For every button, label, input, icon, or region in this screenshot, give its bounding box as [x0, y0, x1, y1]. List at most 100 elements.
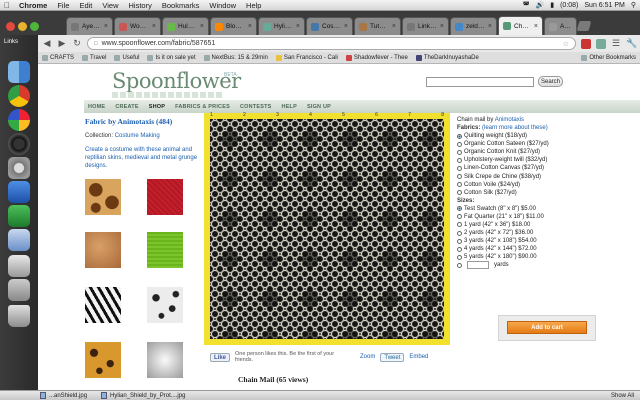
embed-link[interactable]: Embed — [409, 354, 428, 360]
tab-hulu[interactable]: Hulu - Li× — [162, 17, 209, 35]
word-icon[interactable] — [8, 181, 30, 203]
site-search-button[interactable]: Search — [538, 76, 563, 87]
menu-bookmarks[interactable]: Bookmarks — [157, 1, 205, 10]
downloads-folder-icon[interactable] — [8, 279, 30, 301]
tab-close-icon[interactable]: × — [104, 23, 108, 30]
designer-title[interactable]: Fabric by Animotaxis (484) — [85, 117, 203, 126]
tab-close-icon[interactable]: × — [488, 23, 492, 30]
download-item[interactable]: Hylian_Shield_by_Prot....jpg — [101, 392, 185, 399]
thumb-red-texture[interactable] — [147, 179, 183, 215]
bookmark-useful[interactable]: Useful — [114, 54, 139, 61]
thumb-silver-metal[interactable] — [147, 342, 183, 378]
system-preferences-icon[interactable] — [8, 157, 30, 179]
thumb-green-texture[interactable] — [147, 232, 183, 268]
forward-icon[interactable]: ▶ — [57, 38, 67, 49]
tab-apple[interactable]: Apple - — [544, 17, 577, 35]
tab-ayeletan[interactable]: Ayeletan× — [66, 17, 113, 35]
fabric-option[interactable]: Organic Cotton Knit ($27/yd) — [457, 148, 597, 156]
yards-input[interactable] — [467, 261, 489, 270]
zoom-link[interactable]: Zoom — [360, 354, 375, 360]
menu-app-chrome[interactable]: Chrome — [14, 1, 52, 10]
nav-sign-up[interactable]: SIGN UP — [307, 104, 331, 110]
tab-close-icon[interactable]: × — [440, 23, 444, 30]
page-menu-icon[interactable]: ☰ — [611, 38, 621, 49]
extension-icon[interactable] — [581, 38, 591, 49]
bookmark-travel[interactable]: Travel — [82, 54, 106, 61]
wifi-icon[interactable]: ◚ — [523, 1, 530, 9]
size-option[interactable]: Fat Quarter (21" x 18") $11.00 — [457, 213, 597, 221]
bookmark-shadowfever[interactable]: Shadowfever - Thee — [345, 54, 408, 61]
bookmark-nextbus[interactable]: NextBus: 15 & 29min — [203, 54, 268, 61]
menu-window[interactable]: Window — [204, 1, 241, 10]
fabric-option[interactable]: Cotton Voile ($24/yd) — [457, 181, 597, 189]
tab-link-costume[interactable]: Link Cost× — [402, 17, 449, 35]
spotlight-icon[interactable]: ⚲ — [631, 1, 636, 9]
wrench-icon[interactable]: 🔧 — [626, 38, 637, 49]
designer-link[interactable]: Animotaxis — [495, 117, 524, 123]
tab-close-icon[interactable]: × — [248, 23, 252, 30]
finder-icon[interactable] — [8, 61, 30, 83]
menu-view[interactable]: View — [97, 1, 123, 10]
learn-more-link[interactable]: (learn more about these) — [482, 125, 548, 131]
tab-close-icon[interactable]: × — [534, 23, 538, 30]
size-option[interactable]: 1 yard (42" x 36") $18.00 — [457, 221, 597, 229]
tab-close-icon[interactable]: × — [200, 23, 204, 30]
preview-icon[interactable] — [8, 229, 30, 251]
size-option[interactable]: 5 yards (42" x 180") $90.00 — [457, 253, 597, 261]
nav-fabrics-prices[interactable]: FABRICS & PRICES — [175, 104, 230, 110]
bookmark-inuyasha[interactable]: TheDarkInuyashaDe — [415, 54, 479, 61]
new-tab-button[interactable] — [576, 21, 592, 31]
tab-close-icon[interactable]: × — [152, 23, 156, 30]
reload-icon[interactable]: ↻ — [72, 38, 82, 49]
close-window-icon[interactable] — [6, 22, 15, 31]
download-item[interactable]: ...anShield.jpg — [40, 392, 87, 399]
tab-chain-mail[interactable]: Chain M× — [498, 16, 543, 35]
fabric-option[interactable]: Organic Cotton Sateen ($27/yd) — [457, 140, 597, 148]
back-icon[interactable]: ◀ — [42, 38, 52, 49]
thumb-tan-leather[interactable] — [85, 232, 121, 268]
bookmark-crafts[interactable]: CRAFTS — [42, 54, 74, 61]
menu-edit[interactable]: Edit — [74, 1, 97, 10]
menu-file[interactable]: File — [52, 1, 74, 10]
minimize-window-icon[interactable] — [18, 22, 27, 31]
add-to-cart-button[interactable]: Add to cart — [507, 321, 587, 334]
address-bar[interactable]: □ www.spoonflower.com/fabric/587651 ☆ — [87, 37, 576, 50]
tab-close-icon[interactable]: × — [392, 23, 396, 30]
collection-link[interactable]: Costume Making — [115, 133, 160, 139]
nav-help[interactable]: HELP — [282, 104, 297, 110]
tab-close-icon[interactable]: × — [296, 23, 300, 30]
bookmark-sale[interactable]: Is it on sale yet — [147, 54, 196, 61]
other-bookmarks[interactable]: Other Bookmarks — [581, 54, 636, 61]
tab-zelda[interactable]: zelda arr× — [450, 17, 497, 35]
thumb-giraffe[interactable] — [85, 179, 121, 215]
facebook-like-button[interactable]: Like — [210, 352, 231, 362]
nav-shop[interactable]: SHOP — [149, 104, 165, 110]
bookmark-san-francisco[interactable]: San Francisco - Cali — [275, 54, 338, 61]
trash-icon[interactable] — [8, 305, 30, 327]
thumb-snow-leopard[interactable] — [147, 287, 183, 323]
show-all-downloads[interactable]: Show All — [611, 393, 640, 399]
custom-yards-option[interactable]: yards — [457, 261, 597, 270]
menu-help[interactable]: Help — [241, 1, 266, 10]
battery-icon[interactable]: ▮ — [550, 1, 554, 9]
size-option[interactable]: 2 yards (42" x 72") $36.00 — [457, 229, 597, 237]
tab-close-icon[interactable]: × — [344, 23, 348, 30]
tab-cosplay[interactable]: Cosplay× — [306, 17, 353, 35]
nav-contests[interactable]: CONTESTS — [240, 104, 272, 110]
tab-tutorial[interactable]: Tutorial× — [354, 17, 401, 35]
size-option[interactable]: 4 yards (42" x 144") $72.00 — [457, 245, 597, 253]
tab-hylian-shield[interactable]: Hylian sh× — [258, 17, 305, 35]
fabric-option[interactable]: Upholstery-weight twill ($32/yd) — [457, 156, 597, 164]
picasa-icon[interactable] — [8, 109, 30, 131]
bookmark-star-icon[interactable]: ☆ — [563, 40, 569, 48]
dashboard-icon[interactable] — [8, 133, 30, 155]
excel-icon[interactable] — [8, 205, 30, 227]
fabric-option[interactable]: Quilting weight ($18/yd) — [457, 132, 597, 140]
nav-create[interactable]: CREATE — [115, 104, 138, 110]
apple-menu-icon[interactable]:  — [0, 1, 14, 10]
extension-icon[interactable] — [596, 38, 606, 49]
fabric-option[interactable]: Cotton Silk ($27/yd) — [457, 189, 597, 197]
nav-home[interactable]: HOME — [88, 104, 105, 110]
fabric-option[interactable]: Silk Crepe de Chine ($38/yd) — [457, 172, 597, 180]
size-option[interactable]: Test Swatch (8" x 8") $5.00 — [457, 205, 597, 213]
